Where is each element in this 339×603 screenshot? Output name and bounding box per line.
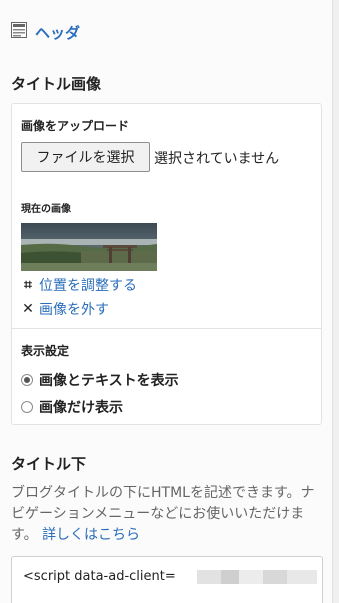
header-title: ヘッダ bbox=[35, 23, 81, 42]
close-icon: ✕ bbox=[22, 301, 34, 317]
adjust-position-link[interactable]: ⌗ 位置を調整する bbox=[21, 275, 137, 295]
display-settings-label: 表示設定 bbox=[21, 344, 70, 358]
radio-button[interactable] bbox=[21, 401, 33, 413]
code-text: <script data-ad-client= bbox=[23, 569, 176, 584]
remove-image-link[interactable]: ✕ 画像を外す bbox=[21, 299, 109, 319]
file-status-text: 選択されていません bbox=[154, 151, 280, 167]
below-title-description: ブログタイトルの下にHTMLを記述できます。ナビゲーションメニューなどにお使いい… bbox=[11, 483, 316, 546]
upload-label: 画像をアップロード bbox=[21, 119, 130, 133]
radio-label: 画像とテキストを表示 bbox=[39, 373, 179, 389]
radio-image-and-text[interactable]: 画像とテキストを表示 bbox=[21, 370, 179, 390]
radio-button-checked[interactable] bbox=[21, 374, 33, 386]
scrollbar[interactable] bbox=[332, 0, 339, 603]
adjust-position-label: 位置を調整する bbox=[39, 278, 137, 294]
redacted-text bbox=[197, 570, 317, 584]
current-image-thumbnail bbox=[21, 223, 157, 271]
html-code-textarea[interactable]: <script data-ad-client= bbox=[11, 556, 323, 603]
radio-label: 画像だけ表示 bbox=[39, 400, 123, 416]
title-image-heading: タイトル画像 bbox=[11, 75, 102, 93]
crop-icon: ⌗ bbox=[24, 277, 32, 293]
more-info-link[interactable]: 詳しくはこちら bbox=[42, 527, 140, 543]
remove-image-label: 画像を外す bbox=[39, 302, 109, 318]
below-title-heading: タイトル下 bbox=[11, 455, 87, 473]
layout-icon bbox=[11, 22, 27, 42]
radio-image-only[interactable]: 画像だけ表示 bbox=[21, 397, 123, 417]
current-image-label: 現在の画像 bbox=[21, 204, 71, 215]
header-section-toggle[interactable]: ヘッダ bbox=[11, 20, 80, 44]
title-image-card: 画像をアップロード ファイルを選択 選択されていません 現在の画像 ⌗ 位置を調… bbox=[11, 103, 322, 425]
divider bbox=[12, 328, 321, 329]
file-select-button[interactable]: ファイルを選択 bbox=[21, 142, 150, 172]
